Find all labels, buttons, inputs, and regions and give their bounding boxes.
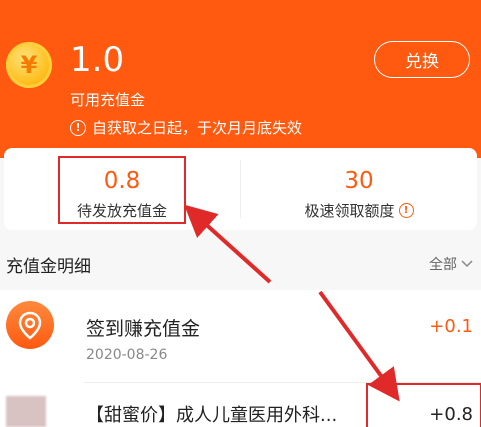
exchange-button[interactable]: 兑换 — [374, 41, 470, 78]
expire-notice: ! 自获取之日起，于次月月底失效 — [70, 117, 302, 138]
balance-header: ¥ 1.0 可用充值金 ! 自获取之日起，于次月月底失效 兑换 — [0, 0, 481, 158]
warning-icon[interactable]: ! — [398, 203, 414, 218]
section-title: 充值金明细 — [6, 257, 91, 277]
item-title: 【甜蜜价】成人儿童医用外科... — [86, 405, 338, 426]
balance-label: 可用充值金 — [70, 91, 146, 109]
product-thumbnail — [6, 396, 46, 427]
balance-value: 1.0 — [70, 40, 125, 80]
item-date: 2020-08-26 — [86, 347, 168, 363]
annotation-box-amount — [366, 383, 481, 427]
filter-dropdown[interactable]: 全部 — [429, 254, 473, 274]
quota-value: 30 — [344, 168, 374, 194]
item-title: 签到赚充值金 — [86, 318, 201, 340]
coin-icon: ¥ — [6, 42, 52, 88]
annotation-box-pending — [58, 156, 186, 224]
item-amount: +0.1 — [429, 316, 473, 337]
quota-label: 极速领取额度 ! — [241, 200, 477, 221]
info-icon: ! — [70, 119, 86, 136]
quota-stat[interactable]: 30 极速领取额度 ! — [241, 148, 477, 230]
chevron-down-icon — [461, 260, 473, 268]
expire-notice-text: 自获取之日起，于次月月底失效 — [92, 119, 303, 137]
location-pin-icon — [6, 301, 54, 349]
